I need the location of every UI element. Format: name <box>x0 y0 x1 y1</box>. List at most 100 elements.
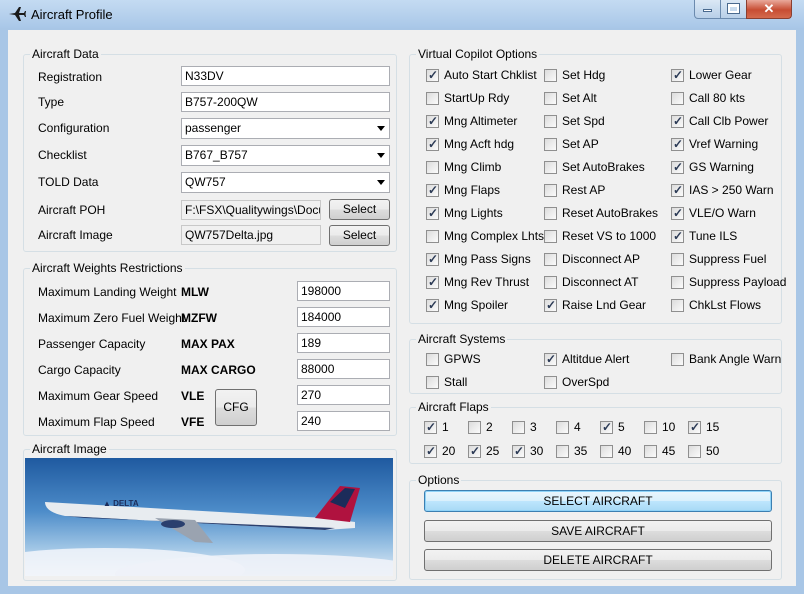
auto-start-chklist-checkbox[interactable]: ✓ <box>426 68 439 82</box>
flap-2-label[interactable]: 2 <box>486 420 493 434</box>
rest-ap-label[interactable]: Rest AP <box>562 183 605 197</box>
vfe-field[interactable]: 240 <box>297 411 390 431</box>
mng-flaps-label[interactable]: Mng Flaps <box>444 183 500 197</box>
delete-aircraft-button[interactable]: DELETE AIRCRAFT <box>424 549 772 571</box>
flap-45-label[interactable]: 45 <box>662 444 675 458</box>
flap-4-checkbox[interactable] <box>556 421 569 434</box>
mng-pass-signs-label[interactable]: Mng Pass Signs <box>444 252 531 266</box>
call-80-kts-checkbox[interactable] <box>671 92 684 105</box>
poh-select-button[interactable]: Select <box>329 199 390 220</box>
mng-flaps-checkbox[interactable]: ✓ <box>426 183 439 197</box>
set-alt-label[interactable]: Set Alt <box>562 91 597 105</box>
gpws-label[interactable]: GPWS <box>444 352 481 366</box>
poh-field[interactable]: F:\FSX\Qualitywings\Docum <box>181 200 321 220</box>
flap-2-checkbox[interactable] <box>468 421 481 434</box>
set-autobrakes-label[interactable]: Set AutoBrakes <box>562 160 645 174</box>
gpws-checkbox[interactable] <box>426 353 439 366</box>
tune-ils-checkbox[interactable]: ✓ <box>671 229 684 243</box>
flap-50-label[interactable]: 50 <box>706 444 719 458</box>
maximize-button[interactable] <box>720 0 747 19</box>
flap-20-label[interactable]: 20 <box>442 444 455 458</box>
raise-lnd-gear-checkbox[interactable]: ✓ <box>544 298 557 312</box>
type-field[interactable]: B757-200QW <box>181 92 390 112</box>
bank-angle-warn-checkbox[interactable] <box>671 353 684 366</box>
lower-gear-label[interactable]: Lower Gear <box>689 68 752 82</box>
altitdue-alert-checkbox[interactable]: ✓ <box>544 352 557 366</box>
set-alt-checkbox[interactable] <box>544 92 557 105</box>
flap-20-checkbox[interactable]: ✓ <box>424 444 437 458</box>
flap-4-label[interactable]: 4 <box>574 420 581 434</box>
mng-rev-thrust-checkbox[interactable]: ✓ <box>426 275 439 289</box>
max-cargo-field[interactable]: 88000 <box>297 359 390 379</box>
flap-5-label[interactable]: 5 <box>618 420 625 434</box>
flap-30-label[interactable]: 30 <box>530 444 543 458</box>
image-select-button[interactable]: Select <box>329 225 390 246</box>
chklst-flows-label[interactable]: ChkLst Flows <box>689 298 761 312</box>
mng-altimeter-checkbox[interactable]: ✓ <box>426 114 439 128</box>
altitdue-alert-label[interactable]: Altitdue Alert <box>562 352 629 366</box>
call-80-kts-label[interactable]: Call 80 kts <box>689 91 745 105</box>
set-hdg-label[interactable]: Set Hdg <box>562 68 605 82</box>
configuration-select[interactable]: passenger <box>181 118 390 139</box>
flap-10-label[interactable]: 10 <box>662 420 675 434</box>
reset-autobrakes-checkbox[interactable] <box>544 207 557 220</box>
cfg-button[interactable]: CFG <box>215 389 257 426</box>
vle-o-warn-label[interactable]: VLE/O Warn <box>689 206 756 220</box>
tune-ils-label[interactable]: Tune ILS <box>689 229 737 243</box>
stall-checkbox[interactable] <box>426 376 439 389</box>
startup-rdy-label[interactable]: StartUp Rdy <box>444 91 509 105</box>
overspd-label[interactable]: OverSpd <box>562 375 609 389</box>
call-clb-power-checkbox[interactable]: ✓ <box>671 114 684 128</box>
suppress-fuel-label[interactable]: Suppress Fuel <box>689 252 766 266</box>
mlw-field[interactable]: 198000 <box>297 281 390 301</box>
select-aircraft-button[interactable]: SELECT AIRCRAFT <box>424 490 772 512</box>
aircraft-image-field[interactable]: QW757Delta.jpg <box>181 225 321 245</box>
suppress-fuel-checkbox[interactable] <box>671 253 684 266</box>
overspd-checkbox[interactable] <box>544 376 557 389</box>
gs-warning-label[interactable]: GS Warning <box>689 160 754 174</box>
max-pax-field[interactable]: 189 <box>297 333 390 353</box>
stall-label[interactable]: Stall <box>444 375 467 389</box>
disconnect-at-label[interactable]: Disconnect AT <box>562 275 638 289</box>
flap-15-label[interactable]: 15 <box>706 420 719 434</box>
gs-warning-checkbox[interactable]: ✓ <box>671 160 684 174</box>
flap-45-checkbox[interactable] <box>644 445 657 458</box>
flap-3-checkbox[interactable] <box>512 421 525 434</box>
mng-climb-checkbox[interactable] <box>426 161 439 174</box>
suppress-payload-checkbox[interactable] <box>671 276 684 289</box>
vref-warning-label[interactable]: Vref Warning <box>689 137 758 151</box>
mng-complex-lhts-checkbox[interactable] <box>426 230 439 243</box>
save-aircraft-button[interactable]: SAVE AIRCRAFT <box>424 520 772 542</box>
flap-30-checkbox[interactable]: ✓ <box>512 444 525 458</box>
vle-field[interactable]: 270 <box>297 385 390 405</box>
mng-altimeter-label[interactable]: Mng Altimeter <box>444 114 517 128</box>
set-hdg-checkbox[interactable] <box>544 69 557 82</box>
disconnect-ap-checkbox[interactable] <box>544 253 557 266</box>
registration-field[interactable]: N33DV <box>181 66 390 86</box>
checklist-select[interactable]: B767_B757 <box>181 145 390 166</box>
flap-15-checkbox[interactable]: ✓ <box>688 420 701 434</box>
reset-autobrakes-label[interactable]: Reset AutoBrakes <box>562 206 658 220</box>
chklst-flows-checkbox[interactable] <box>671 299 684 312</box>
set-autobrakes-checkbox[interactable] <box>544 161 557 174</box>
flap-25-label[interactable]: 25 <box>486 444 499 458</box>
mng-acft-hdg-label[interactable]: Mng Acft hdg <box>444 137 514 151</box>
flap-3-label[interactable]: 3 <box>530 420 537 434</box>
call-clb-power-label[interactable]: Call Clb Power <box>689 114 768 128</box>
mng-pass-signs-checkbox[interactable]: ✓ <box>426 252 439 266</box>
flap-5-checkbox[interactable]: ✓ <box>600 420 613 434</box>
flap-40-label[interactable]: 40 <box>618 444 631 458</box>
flap-50-checkbox[interactable] <box>688 445 701 458</box>
raise-lnd-gear-label[interactable]: Raise Lnd Gear <box>562 298 646 312</box>
mng-rev-thrust-label[interactable]: Mng Rev Thrust <box>444 275 529 289</box>
flap-25-checkbox[interactable]: ✓ <box>468 444 481 458</box>
set-ap-label[interactable]: Set AP <box>562 137 599 151</box>
vle-o-warn-checkbox[interactable]: ✓ <box>671 206 684 220</box>
mng-acft-hdg-checkbox[interactable]: ✓ <box>426 137 439 151</box>
mng-climb-label[interactable]: Mng Climb <box>444 160 501 174</box>
vref-warning-checkbox[interactable]: ✓ <box>671 137 684 151</box>
reset-vs-to-1000-checkbox[interactable] <box>544 230 557 243</box>
disconnect-ap-label[interactable]: Disconnect AP <box>562 252 640 266</box>
flap-10-checkbox[interactable] <box>644 421 657 434</box>
flap-35-label[interactable]: 35 <box>574 444 587 458</box>
